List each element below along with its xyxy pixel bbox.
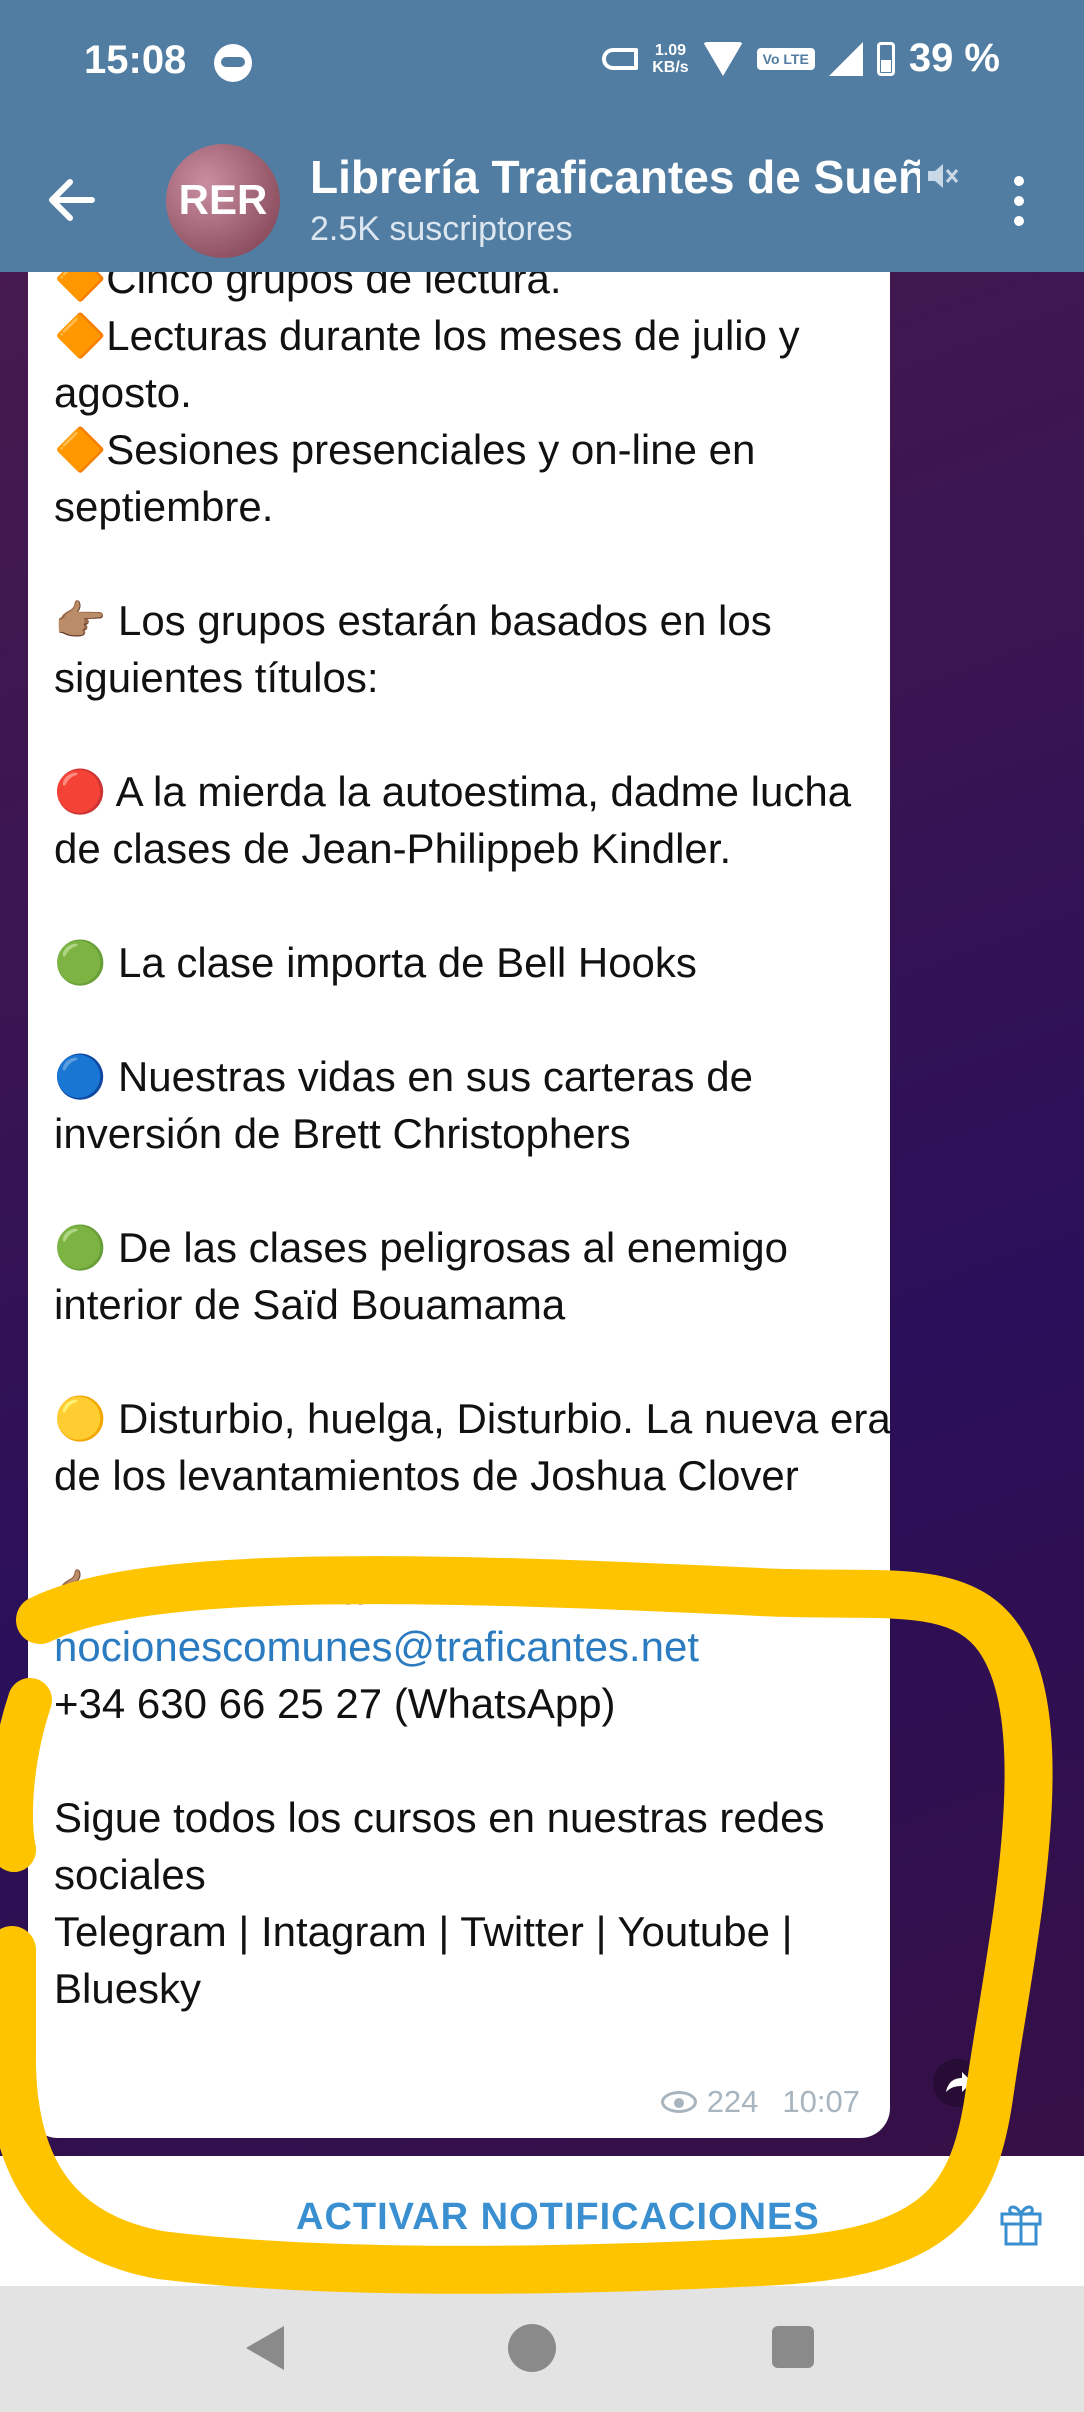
- nav-back-icon[interactable]: [246, 2326, 284, 2370]
- message-line: 🔵 Nuestras vidas en sus carteras de inve…: [54, 1053, 753, 1157]
- message-bubble[interactable]: 🔶Cinco grupos de lectura. 🔶Lecturas dura…: [28, 272, 890, 2138]
- vpn-icon: [214, 44, 252, 82]
- message-line: 🟢 La clase importa de Bell Hooks: [54, 939, 697, 986]
- message-line: 🔶Cinco grupos de lectura.: [54, 272, 562, 302]
- view-count: 224: [706, 2084, 759, 2119]
- mute-icon: [928, 164, 959, 188]
- message-text: 🔶Cinco grupos de lectura. 🔶Lecturas dura…: [54, 272, 890, 2017]
- eye-icon: [660, 2091, 697, 2113]
- signal-icon: [828, 41, 863, 76]
- net-speed-value: 1.09: [654, 41, 687, 59]
- battery-icon: [876, 41, 895, 76]
- message-line: Sigue todos los cursos en nuestras redes…: [54, 1794, 825, 1898]
- volte-icon: Vo LTE: [756, 47, 815, 70]
- phone-number: +34 630 66 25 27 (WhatsApp): [54, 1680, 616, 1727]
- message-time: 10:07: [782, 2084, 860, 2119]
- channel-avatar[interactable]: RER: [166, 144, 280, 258]
- status-bar: 15:08 1.09 KB/s Vo LTE 39 %: [0, 0, 1084, 128]
- message-line: 👉🏽 Escríbenos a: [54, 1566, 364, 1613]
- status-right: 1.09 KB/s Vo LTE 39 %: [602, 36, 1000, 81]
- back-arrow-icon[interactable]: [44, 172, 100, 228]
- battery-percent: 39 %: [908, 36, 1000, 80]
- wifi-icon: [702, 41, 743, 76]
- message-line: 🟢 De las clases peligrosas al enemigo in…: [54, 1224, 788, 1328]
- message-line: 👉🏽 Los grupos estarán basados en los sig…: [54, 597, 772, 701]
- status-time: 15:08: [84, 38, 187, 82]
- net-speed: 1.09 KB/s: [652, 42, 688, 76]
- system-nav-bar: [0, 2286, 1084, 2412]
- subscriber-count: 2.5K suscriptores: [310, 210, 573, 248]
- top-bar: 15:08 1.09 KB/s Vo LTE 39 % RER Librería…: [0, 0, 1084, 272]
- more-vert-icon[interactable]: [1004, 172, 1034, 232]
- social-links: Telegram | Intagram | Twitter | Youtube …: [54, 1908, 793, 2012]
- message-line: 🔶Sesiones presenciales y on-line en sept…: [54, 426, 756, 530]
- gift-icon[interactable]: [996, 2198, 1046, 2248]
- net-speed-unit: KB/s: [652, 58, 689, 76]
- nav-home-icon[interactable]: [508, 2324, 556, 2372]
- key-icon: [602, 47, 639, 70]
- chat-header[interactable]: RER Librería Traficantes de Sueñ 2.5K su…: [0, 128, 1084, 272]
- message-line: 🔴 A la mierda la autoestima, dadme lucha…: [54, 768, 852, 872]
- nav-recents-icon[interactable]: [772, 2326, 814, 2368]
- enable-notifications-button[interactable]: ACTIVAR NOTIFICACIONES: [296, 2196, 820, 2239]
- message-line: 🔶Lecturas durante los meses de julio y a…: [54, 312, 800, 416]
- message-meta: 224 10:07: [660, 2084, 860, 2120]
- bottom-action-bar: ACTIVAR NOTIFICACIONES: [0, 2156, 1084, 2286]
- email-link[interactable]: nocionescomunes@traficantes.net: [54, 1618, 890, 1675]
- message-line: 🟡 Disturbio, huelga, Disturbio. La nueva…: [54, 1395, 890, 1499]
- channel-title[interactable]: Librería Traficantes de Sueñ: [310, 150, 920, 204]
- share-icon[interactable]: [932, 2058, 982, 2108]
